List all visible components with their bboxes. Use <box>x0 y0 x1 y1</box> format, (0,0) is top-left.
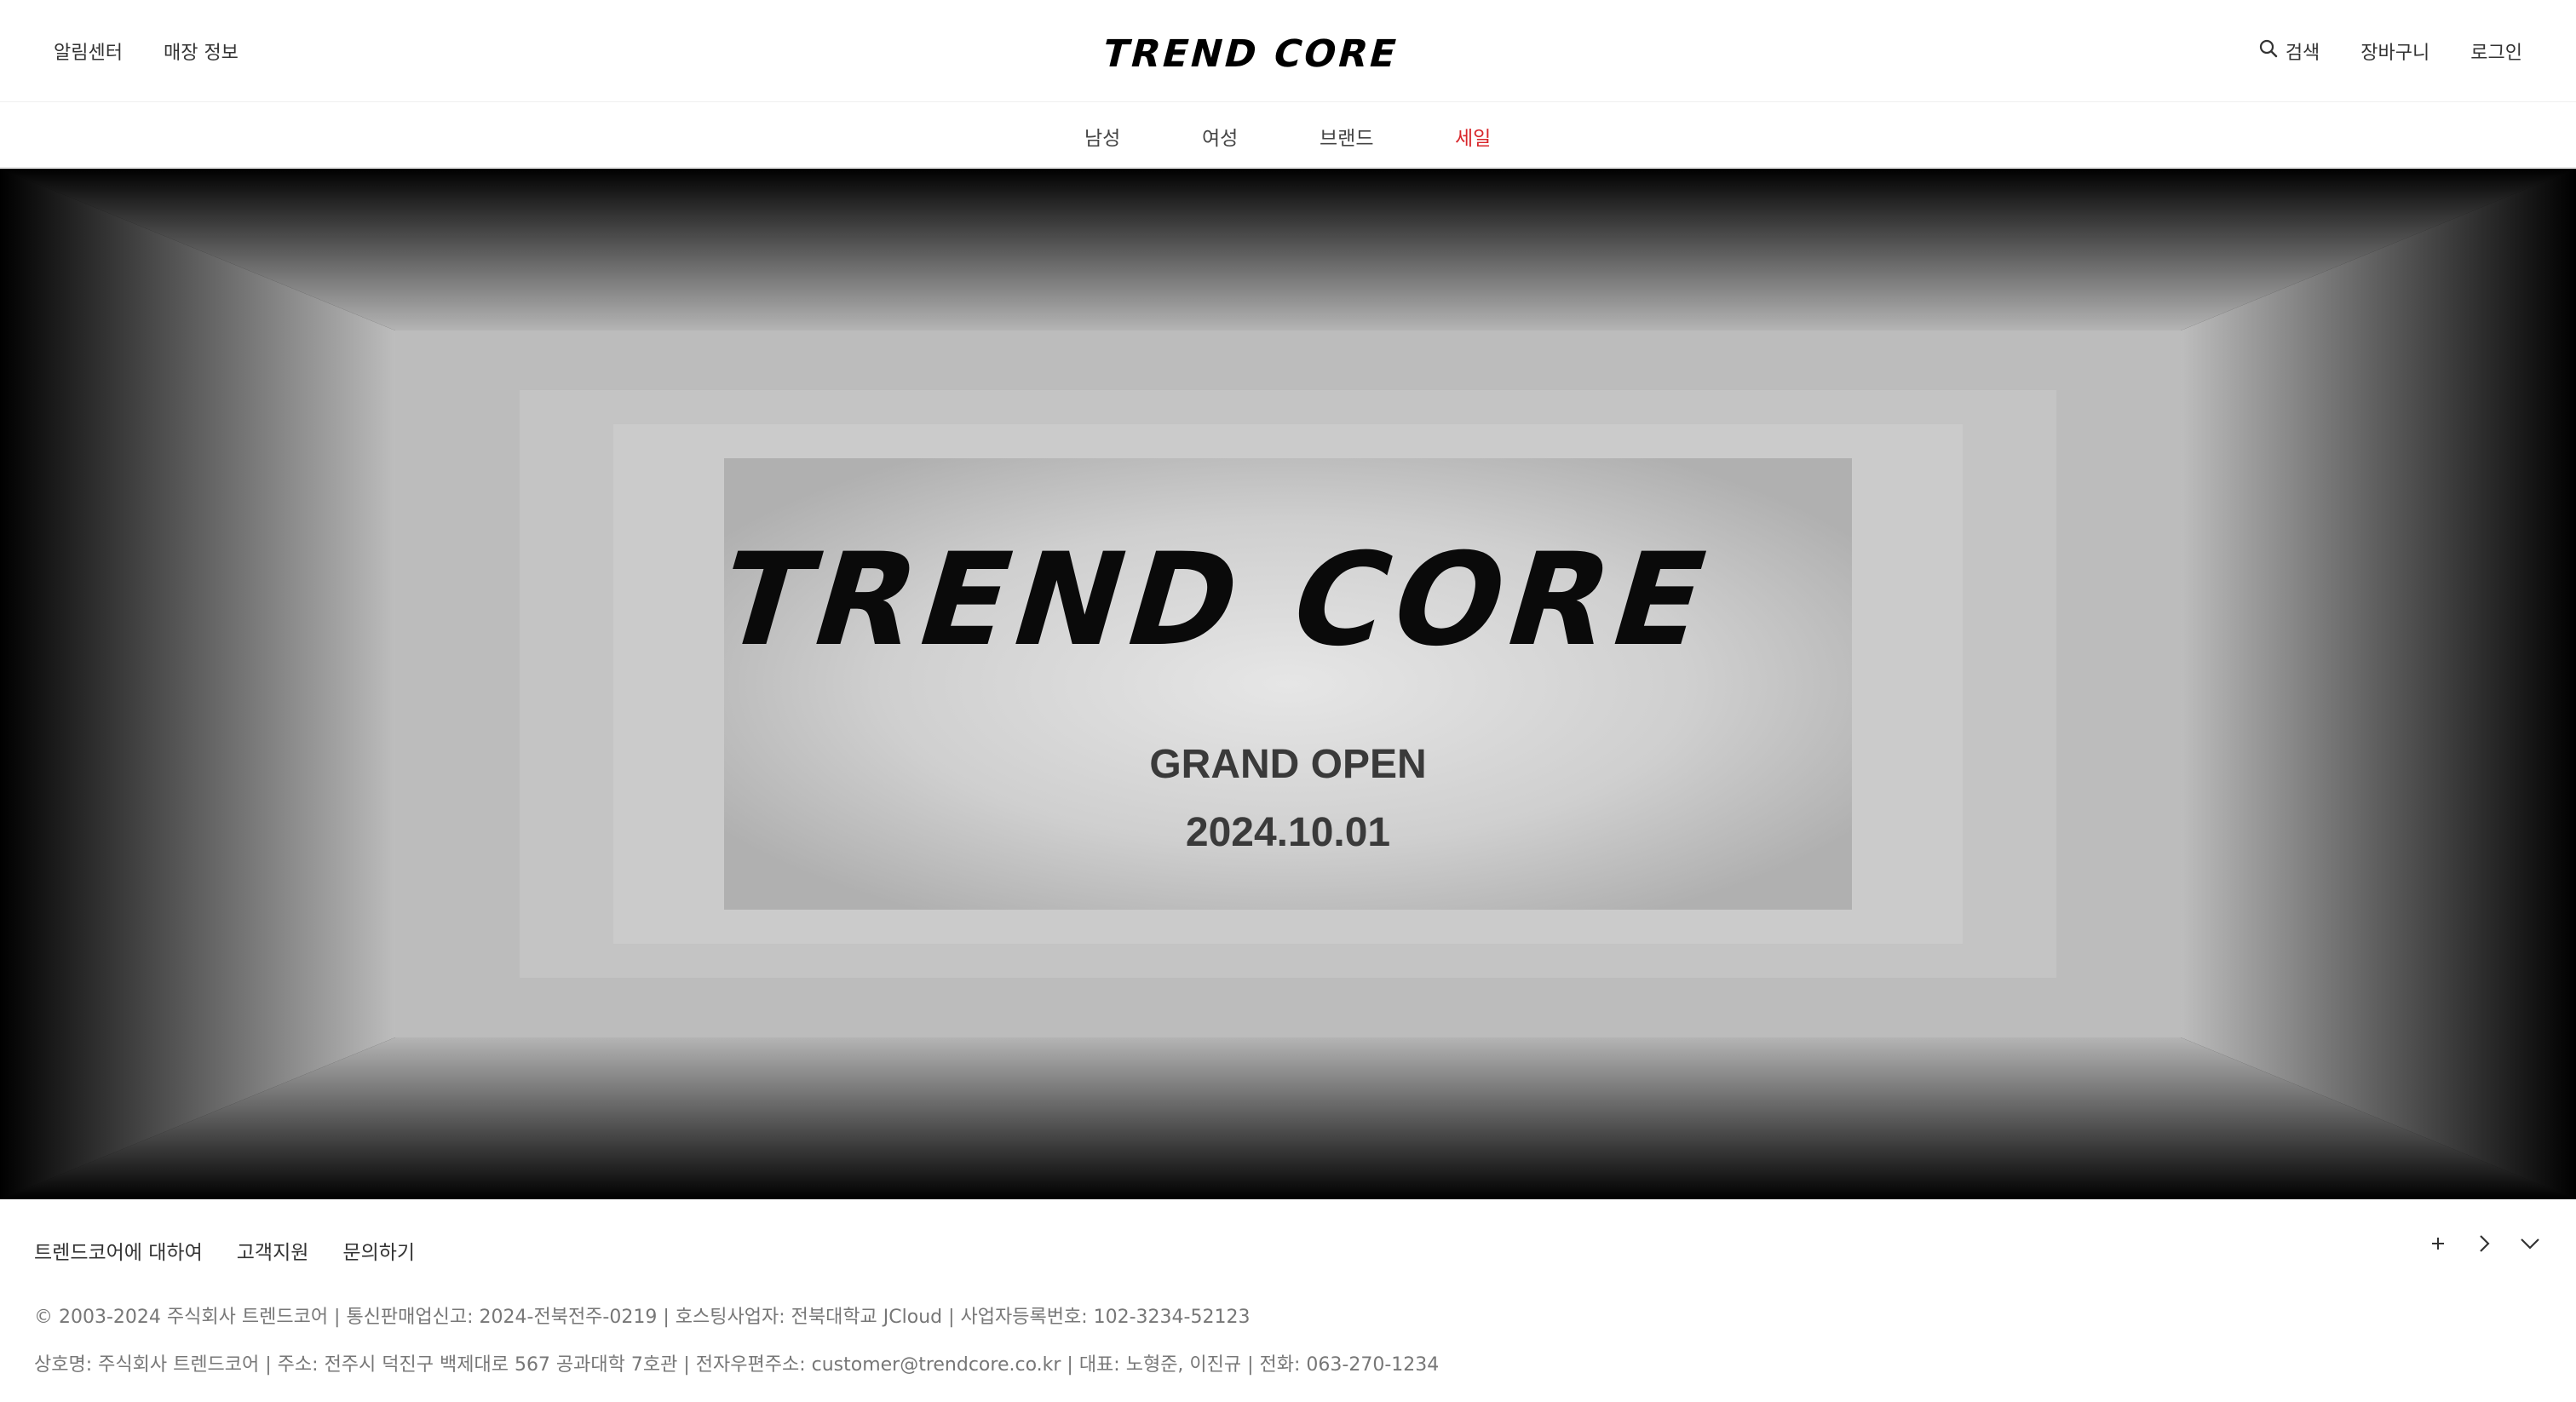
hero-headline: GRAND OPEN <box>1149 742 1427 787</box>
notice-center-link[interactable]: 알림센터 <box>54 37 123 65</box>
logo-text: TREND CORE <box>1098 34 1404 68</box>
category-sale[interactable]: 세일 <box>1455 122 1491 151</box>
login-link[interactable]: 로그인 <box>2470 37 2522 65</box>
hero-background <box>0 169 2576 1199</box>
plus-icon[interactable] <box>2426 1232 2450 1255</box>
search-label: 검색 <box>2285 43 2320 64</box>
site-footer: 트렌드코어에 대하여 고객지원 문의하기 © 2003-2024 주식회사 트렌… <box>0 1199 2576 1402</box>
hero-logo: TREND CORE <box>714 543 1731 654</box>
brand-logo-mark: TREND CORE <box>1098 32 1404 76</box>
brand-logo[interactable]: TREND CORE <box>1098 32 1486 76</box>
search-icon <box>2258 38 2279 64</box>
contact-link[interactable]: 문의하기 <box>342 1236 415 1265</box>
hero-banner[interactable]: TREND CORE GRAND OPEN 2024.10.01 <box>0 169 2576 1199</box>
category-nav: 남성 여성 브랜드 세일 <box>0 103 2576 168</box>
search-button[interactable]: 검색 <box>2258 37 2320 65</box>
top-header: 알림센터 매장 정보 TREND CORE 검색 장바구니 로그인 <box>0 0 2576 102</box>
category-men[interactable]: 남성 <box>1084 122 1120 151</box>
company-info-line: 상호명: 주식회사 트렌드코어 | 주소: 전주시 덕진구 백제대로 567 공… <box>34 1354 1440 1376</box>
hero-date: 2024.10.01 <box>1185 810 1391 855</box>
footer-controls <box>2426 1232 2542 1255</box>
category-women[interactable]: 여성 <box>1202 122 1238 151</box>
cart-link[interactable]: 장바구니 <box>2360 37 2429 65</box>
chevron-right-icon[interactable] <box>2472 1232 2496 1255</box>
copyright-line: © 2003-2024 주식회사 트렌드코어 | 통신판매업신고: 2024-전… <box>34 1307 1251 1328</box>
chevron-down-icon[interactable] <box>2518 1232 2542 1255</box>
utility-nav: 알림센터 매장 정보 <box>54 0 239 102</box>
account-nav: 검색 장바구니 로그인 <box>2258 0 2522 102</box>
support-link[interactable]: 고객지원 <box>237 1236 309 1265</box>
category-brand[interactable]: 브랜드 <box>1320 122 1373 151</box>
hero-logo-text: TREND CORE <box>714 543 1731 654</box>
footer-nav: 트렌드코어에 대하여 고객지원 문의하기 <box>34 1199 415 1301</box>
about-link[interactable]: 트렌드코어에 대하여 <box>34 1236 203 1265</box>
store-info-link[interactable]: 매장 정보 <box>164 37 239 65</box>
